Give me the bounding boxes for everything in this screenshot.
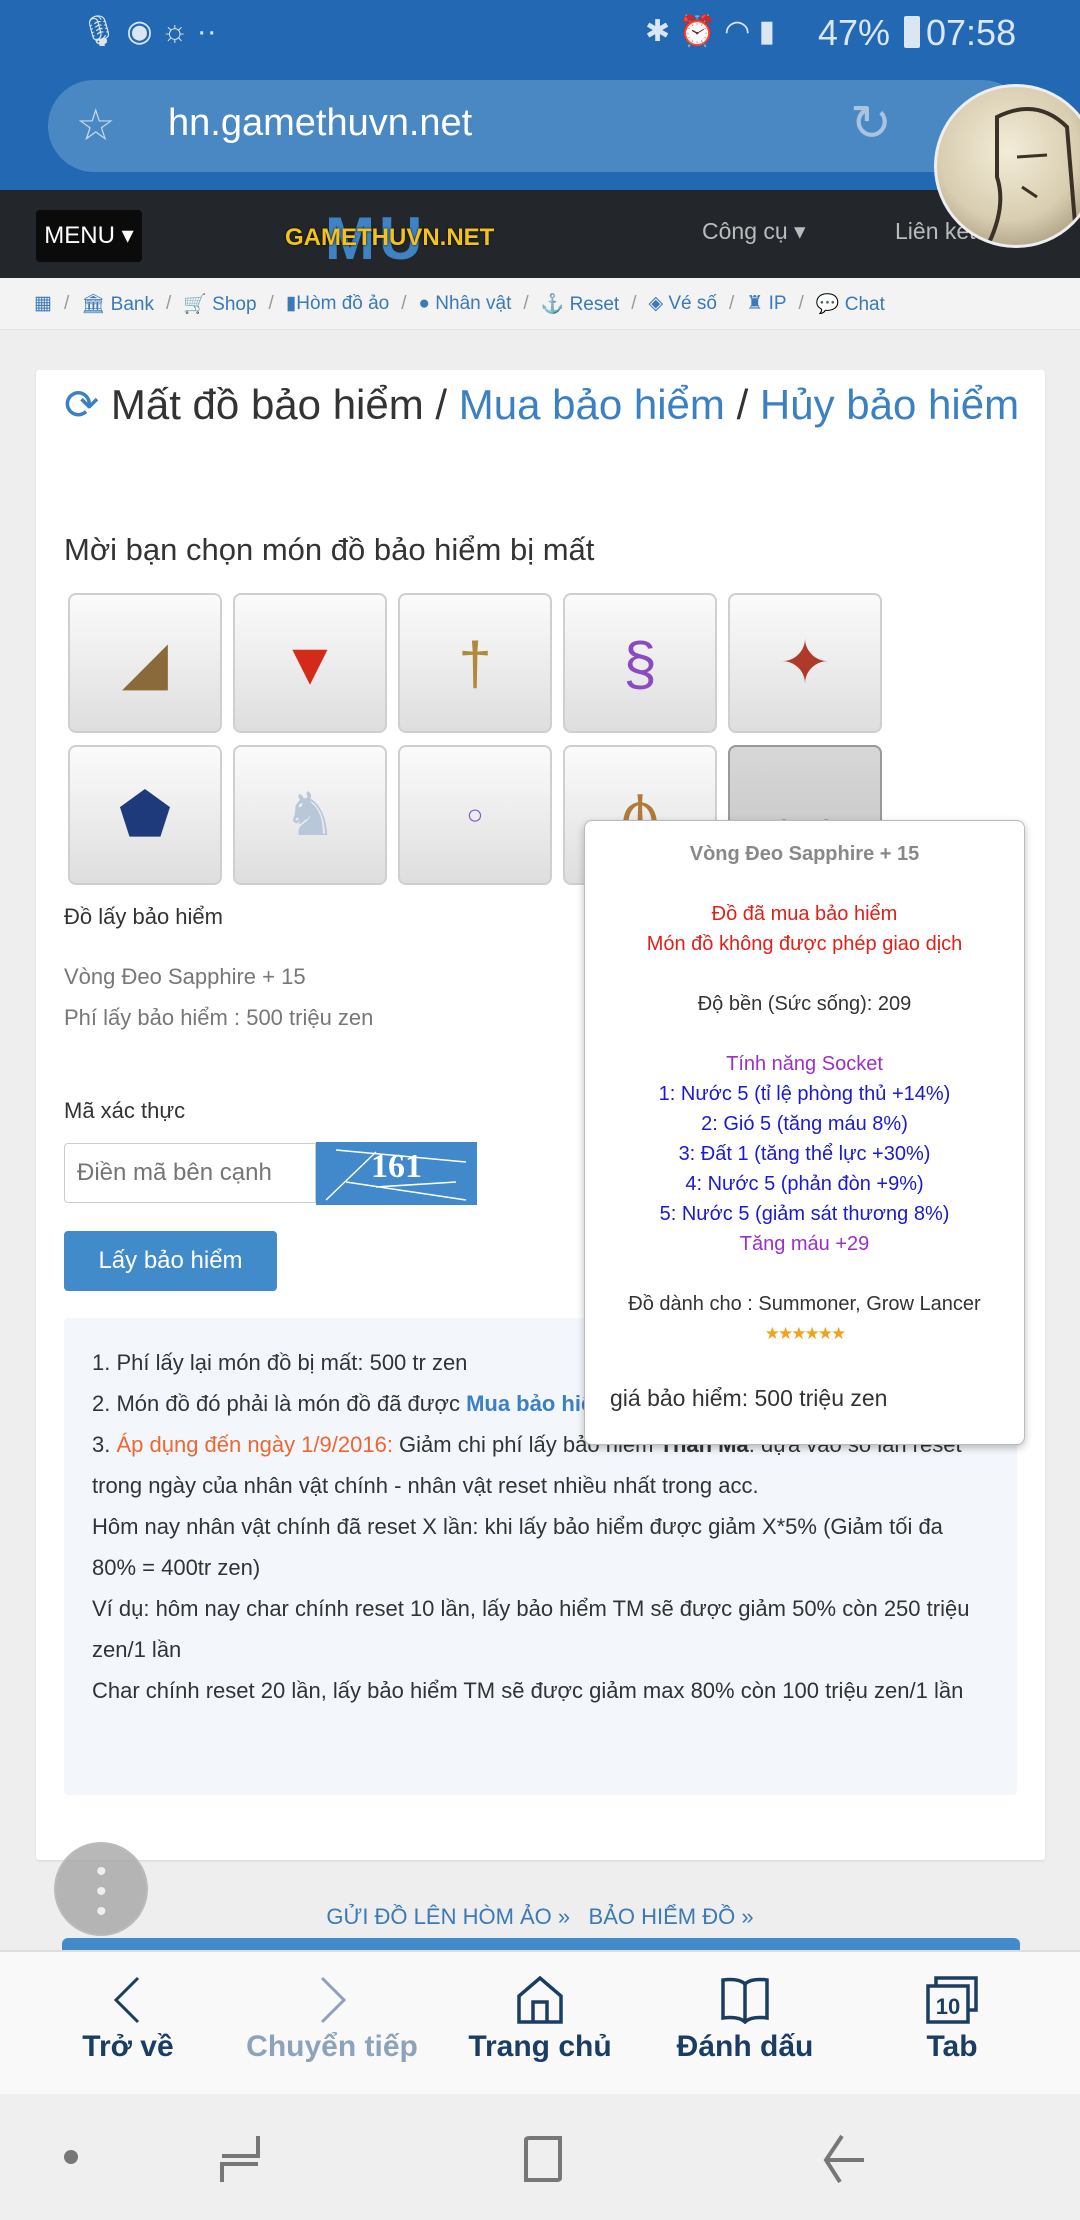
cancel-insurance-link[interactable]: Hủy bảo hiểm	[760, 381, 1019, 428]
tooltip-bonus: Tăng máu +29	[739, 1233, 870, 1255]
site-logo[interactable]: MU GAMETHUVN.NET	[285, 205, 495, 272]
tooltip-classes: Đồ dành cho : Summoner, Grow Lancer	[628, 1293, 981, 1315]
item-slot-ring[interactable]: ○	[398, 745, 552, 885]
red-wings-icon: ✦	[779, 629, 831, 696]
home-icon	[517, 1976, 563, 2024]
item-slot-mermaid-pet[interactable]: §	[563, 593, 717, 733]
menu-label: MENU	[44, 222, 115, 249]
bookmark-star-icon[interactable]: ☆	[76, 100, 115, 151]
battery-level: 47%	[818, 12, 891, 53]
tooltip-socket-title: Tính năng Socket	[726, 1053, 883, 1075]
page-title: ⟳ Mất đồ bảo hiểm / Mua bảo hiểm / Hủy b…	[64, 381, 1020, 428]
status-bar: 🎙 ◉ ☼ ·· ✱ ⏰ ◠ ▮ 47% 07:58	[0, 0, 1080, 70]
clock: 07:58	[926, 12, 1017, 53]
staff-icon: †	[458, 629, 492, 697]
system-nav-bar	[0, 2094, 1080, 2220]
captcha-image: 161	[316, 1142, 477, 1205]
info-line: Hôm nay nhân vật chính đã reset X lần: k…	[92, 1514, 943, 1580]
tooltip-price: giá bảo hiểm: 500 triệu zen	[610, 1385, 888, 1411]
crumb-character[interactable]: ● Nhân vật	[419, 293, 512, 315]
url-text[interactable]: hn.gamethuvn.net	[168, 102, 472, 145]
socket-option: 4: Nước 5 (phản đòn +9%)	[685, 1173, 924, 1195]
recent-apps-icon[interactable]	[218, 2134, 264, 2184]
svg-text:10: 10	[936, 1994, 960, 2019]
chevron-right-icon	[320, 1976, 347, 2024]
breadcrumb: ▦ / 🏛 Bank / 🛒 Shop / ▮Hòm đồ ảo / ● Nhân vậ…	[0, 278, 1080, 330]
forward-button[interactable]: Chuyển tiếp	[232, 1952, 432, 2064]
crumb-lottery[interactable]: ◈ Vé số	[648, 292, 716, 315]
item-slot-red-cape[interactable]: ▼	[233, 593, 387, 733]
section-label: Đồ lấy bảo hiểm	[64, 904, 223, 929]
home-square-icon[interactable]	[520, 2134, 566, 2184]
horn-icon: ◢	[121, 629, 169, 696]
crumb-bank[interactable]: 🏛 Bank	[81, 292, 154, 316]
red-cape-icon: ▼	[280, 629, 340, 697]
home-button[interactable]: Trang chủ	[440, 1952, 640, 2064]
logo-text: GAMETHUVN.NET	[285, 224, 495, 251]
item-slot-pegasus[interactable]: ♞	[233, 745, 387, 885]
browser-toolbar: ☆ hn.gamethuvn.net ↻	[0, 70, 1080, 190]
selected-item-name: Vòng Đeo Sapphire + 15	[64, 964, 306, 989]
footer-links: GỬI ĐỒ LÊN HÒM ẢO » BẢO HIỂM ĐỒ »	[326, 1904, 754, 1929]
notification-icons: 🎙 ◉ ☼ ··	[80, 15, 217, 48]
crumb-vault[interactable]: ▮Hòm đồ ảo	[286, 292, 389, 315]
retrieve-fee: Phí lấy bảo hiểm : 500 triệu zen	[64, 1005, 374, 1030]
item-slot-staff[interactable]: †	[398, 593, 552, 733]
tabs-icon: 10	[926, 1976, 978, 2024]
crumb-chat[interactable]: 💬 Chat	[816, 292, 885, 316]
chevron-left-icon	[113, 1976, 140, 2024]
star-rating: ★★★★★★	[764, 1324, 846, 1343]
browser-bottom-bar: Trở về Chuyển tiếp Trang chủ Đánh dấu 10…	[0, 1950, 1080, 2094]
book-icon	[721, 1977, 769, 2024]
tools-label: Công cụ	[702, 218, 788, 244]
info-line: Char chính reset 20 lần, lấy bảo hiểm TM…	[92, 1678, 964, 1703]
site-navbar: MENU ▾ MU GAMETHUVN.NET Công cụ ▾ Liên k…	[0, 190, 1080, 278]
crumb-reset[interactable]: ⚓ Reset	[541, 292, 620, 316]
choose-heading: Mời bạn chọn món đồ bảo hiểm bị mất	[64, 532, 595, 567]
calendar-icon[interactable]: ▦	[34, 292, 52, 315]
address-bar[interactable]: ☆ hn.gamethuvn.net ↻	[48, 80, 1028, 172]
crumb-shop[interactable]: 🛒 Shop	[183, 292, 256, 316]
socket-option: 1: Nước 5 (tỉ lệ phòng thủ +14%)	[658, 1083, 951, 1105]
socket-option: 2: Gió 5 (tăng máu 8%)	[701, 1113, 908, 1135]
tooltip-item-name: Vòng Đeo Sapphire + 15	[689, 843, 920, 865]
captcha-input[interactable]	[64, 1143, 316, 1203]
ring-icon: ○	[466, 799, 484, 830]
system-icons: ✱ ⏰ ◠ ▮	[645, 15, 776, 48]
tooltip-durability: Độ bền (Sức sống): 209	[697, 993, 912, 1015]
retrieve-insurance-button[interactable]: Lấy bảo hiểm	[64, 1231, 277, 1291]
mermaid-pet-icon: §	[623, 629, 657, 697]
crumb-ip[interactable]: ♜ IP	[746, 292, 786, 315]
back-button[interactable]: Trở về	[28, 1952, 228, 2064]
buy-insurance-link[interactable]: Mua bảo hiểm	[459, 381, 725, 428]
battery-icon	[904, 16, 920, 48]
bookmarks-button[interactable]: Đánh dấu	[645, 1952, 845, 2064]
pegasus-icon: ♞	[283, 781, 337, 848]
reload-icon[interactable]: ↻	[850, 94, 892, 152]
tooltip-insured: Đồ đã mua bảo hiểm	[711, 903, 898, 925]
dot-icon[interactable]	[64, 2150, 78, 2164]
item-slot-dragon-shield[interactable]: ⬟	[68, 745, 222, 885]
socket-option: 3: Đất 1 (tăng thể lực +30%)	[678, 1143, 931, 1165]
dragon-shield-icon: ⬟	[118, 781, 172, 848]
menu-button[interactable]: MENU ▾	[36, 210, 142, 262]
tooltip-no-trade: Món đồ không được phép giao dịch	[646, 933, 963, 955]
item-slot-red-wings[interactable]: ✦	[728, 593, 882, 733]
socket-option: 5: Nước 5 (giảm sát thương 8%)	[659, 1203, 950, 1225]
back-arrow-icon[interactable]	[822, 2134, 868, 2184]
tabs-button[interactable]: 10 Tab	[852, 1952, 1052, 2064]
tools-dropdown[interactable]: Công cụ ▾	[702, 218, 806, 245]
item-insurance-link[interactable]: BẢO HIỂM ĐỒ	[589, 1904, 736, 1929]
item-tooltip: Vòng Đeo Sapphire + 15 Đồ đã mua bảo hiể…	[584, 820, 1025, 1445]
info-line: Ví dụ: hôm nay char chính reset 10 lần, …	[92, 1596, 970, 1662]
captcha-label: Mã xác thực	[64, 1098, 186, 1123]
send-to-vault-link[interactable]: GỬI ĐỒ LÊN HÒM ẢO	[326, 1904, 551, 1929]
item-slot-horn[interactable]: ◢	[68, 593, 222, 733]
refresh-icon[interactable]: ⟳	[64, 381, 99, 428]
